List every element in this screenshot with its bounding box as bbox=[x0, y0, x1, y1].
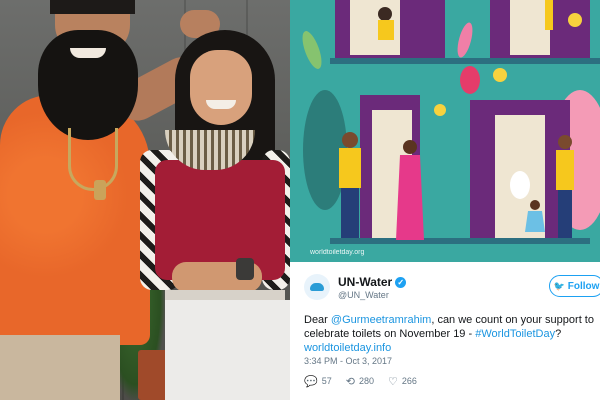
toilet-illustration-svg bbox=[302, 0, 600, 244]
child-shirt bbox=[378, 20, 394, 40]
plant-pot bbox=[138, 350, 168, 400]
tweet-timestamp[interactable]: 3:34 PM - Oct 3, 2017 bbox=[304, 356, 392, 366]
hashtag-link[interactable]: #WorldToiletDay bbox=[475, 328, 555, 340]
lower-floor bbox=[330, 238, 590, 244]
woman-smile bbox=[206, 100, 236, 109]
verified-badge-icon: ✓ bbox=[395, 277, 407, 288]
reply-action[interactable]: 💬 57 bbox=[304, 375, 332, 388]
retweet-count: 280 bbox=[358, 376, 374, 386]
man-trousers bbox=[0, 335, 120, 400]
man-beard bbox=[38, 30, 138, 140]
heart-icon: ♡ bbox=[387, 375, 398, 388]
upper-floor bbox=[330, 58, 600, 64]
handle[interactable]: @UN_Water bbox=[338, 290, 389, 300]
image-credit: worldtoiletday.org bbox=[310, 249, 365, 256]
flower bbox=[493, 68, 507, 82]
flower bbox=[434, 104, 446, 116]
woman-face bbox=[190, 50, 252, 125]
tweet-text: Dear @Gurmeetramrahim, can we count on y… bbox=[304, 314, 594, 354]
tweet-card[interactable]: worldtoiletday.org UN-Water ✓ @UN_Water 🐦… bbox=[290, 0, 600, 400]
man-pendant bbox=[94, 180, 106, 200]
man-hair bbox=[50, 0, 135, 14]
man-right-shirt bbox=[556, 150, 574, 190]
retweet-icon: ⟲ bbox=[345, 375, 355, 388]
retweet-action[interactable]: ⟲ 280 bbox=[346, 375, 374, 388]
woman-head bbox=[403, 140, 417, 154]
toilet-bowl bbox=[510, 171, 530, 199]
twitter-bird-icon: 🐦 bbox=[553, 280, 565, 291]
display-name[interactable]: UN-Water ✓ bbox=[338, 275, 407, 289]
man-yellow-shirt bbox=[339, 148, 361, 188]
reply-count: 57 bbox=[321, 376, 332, 386]
un-water-logo[interactable] bbox=[304, 274, 330, 300]
photo-man-and-woman bbox=[0, 0, 290, 400]
woman-pink-dress bbox=[396, 155, 424, 240]
man-chain bbox=[68, 128, 118, 191]
leaf bbox=[302, 31, 322, 69]
man-right-head bbox=[558, 135, 572, 149]
leaf bbox=[457, 22, 473, 58]
man-smile bbox=[70, 48, 106, 58]
man-right-pants bbox=[558, 190, 572, 238]
flower bbox=[568, 13, 582, 27]
url-link[interactable]: worldtoiletday.info bbox=[304, 342, 391, 354]
child-head bbox=[530, 200, 540, 210]
reply-icon: 💬 bbox=[304, 375, 318, 388]
upper-doorway-right bbox=[510, 0, 550, 55]
follow-button[interactable]: 🐦 Follow bbox=[549, 275, 600, 297]
man-blue-pants bbox=[341, 188, 359, 238]
woman-white-jeans bbox=[165, 300, 290, 400]
child-head bbox=[378, 7, 392, 21]
like-count: 266 bbox=[401, 376, 417, 386]
red-leaf bbox=[460, 66, 480, 94]
like-action[interactable]: ♡ 266 bbox=[388, 375, 417, 388]
mention-link[interactable]: @Gurmeetramrahim bbox=[331, 314, 431, 326]
tweet-header: UN-Water ✓ @UN_Water 🐦 Follow bbox=[304, 272, 600, 306]
child-dress bbox=[525, 211, 545, 232]
tweet-illustration[interactable]: worldtoiletday.org bbox=[290, 0, 600, 262]
man-head bbox=[342, 132, 358, 148]
wrist-watch bbox=[236, 258, 254, 280]
person-top-right bbox=[545, 0, 553, 30]
tweet-actions: 💬 57 ⟲ 280 ♡ 266 bbox=[304, 374, 594, 388]
